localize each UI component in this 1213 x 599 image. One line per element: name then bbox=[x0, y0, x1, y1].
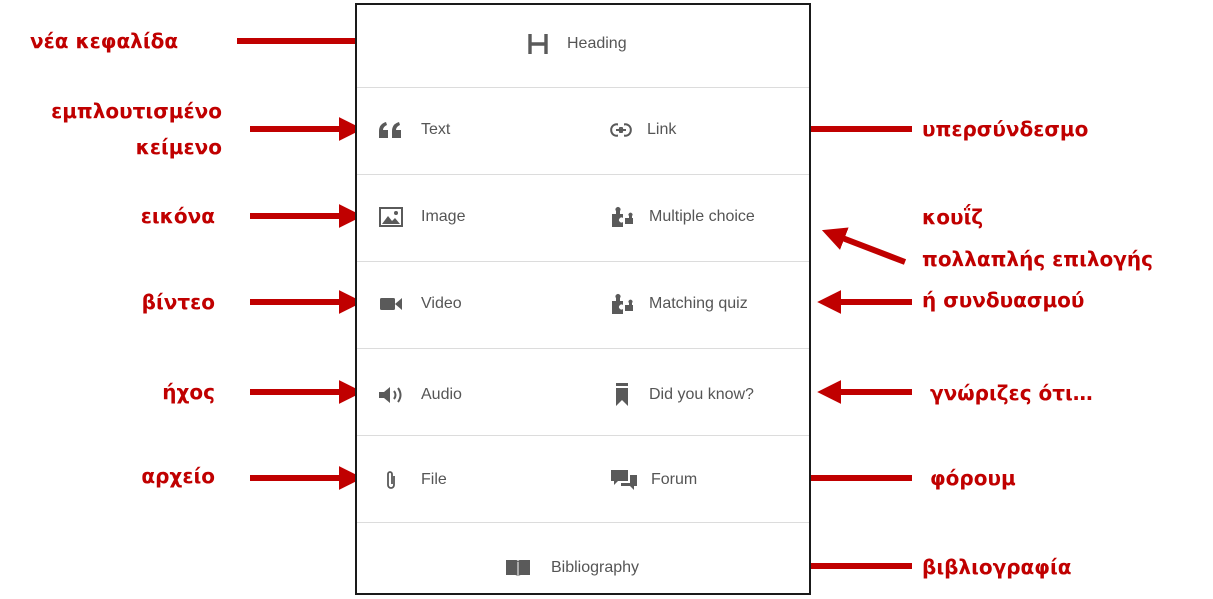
bookmark-icon bbox=[609, 383, 635, 407]
annotation-file: αρχείο bbox=[141, 464, 215, 488]
menu-item-text[interactable]: Text bbox=[377, 118, 450, 142]
menu-item-image[interactable]: Image bbox=[377, 205, 465, 229]
menu-item-heading[interactable]: Heading bbox=[525, 31, 627, 57]
puzzle-icon bbox=[609, 205, 635, 229]
arrow-multiple-choice bbox=[821, 227, 907, 265]
annotation-heading: νέα κεφαλίδα bbox=[30, 29, 179, 53]
menu-item-label: File bbox=[421, 471, 447, 488]
annotation-text-line2: κείμενο bbox=[135, 135, 222, 159]
menu-item-forum[interactable]: Forum bbox=[609, 468, 697, 492]
menu-row-video-matching: Video Matching quiz bbox=[357, 261, 809, 349]
book-icon bbox=[503, 556, 533, 580]
annotation-video: βίντεο bbox=[141, 290, 215, 314]
annotation-audio: ήχος bbox=[162, 380, 215, 404]
menu-item-audio[interactable]: Audio bbox=[377, 383, 462, 407]
menu-item-label: Matching quiz bbox=[649, 295, 748, 312]
menu-row-file-forum: File Forum bbox=[357, 435, 809, 523]
menu-item-label: Image bbox=[421, 208, 466, 225]
chat-bubbles-icon bbox=[609, 468, 639, 492]
annotation-bibliography: βιβλιογραφία bbox=[922, 555, 1072, 579]
menu-row-audio-did-you-know: Audio Did you know? bbox=[357, 348, 809, 436]
menu-row-heading: Heading bbox=[357, 5, 809, 88]
annotation-quiz-line1: κουΐζ bbox=[922, 205, 984, 229]
video-camera-icon bbox=[377, 292, 405, 316]
menu-item-matching-quiz[interactable]: Matching quiz bbox=[609, 292, 748, 316]
menu-item-label: Forum bbox=[651, 471, 698, 488]
menu-item-label: Multiple choice bbox=[649, 208, 755, 225]
image-icon bbox=[377, 205, 405, 229]
menu-item-label: Heading bbox=[567, 35, 627, 52]
quote-icon bbox=[377, 118, 405, 142]
menu-item-bibliography[interactable]: Bibliography bbox=[503, 556, 639, 580]
puzzle-icon bbox=[609, 292, 635, 316]
annotation-quiz-line2: πολλαπλής επιλογής bbox=[922, 247, 1154, 271]
heading-icon bbox=[525, 31, 551, 57]
menu-item-label: Text bbox=[421, 121, 451, 138]
annotation-image: εικόνα bbox=[140, 204, 215, 228]
link-icon bbox=[609, 118, 633, 142]
menu-item-multiple-choice[interactable]: Multiple choice bbox=[609, 205, 755, 229]
menu-item-video[interactable]: Video bbox=[377, 292, 462, 316]
paperclip-icon bbox=[377, 468, 405, 492]
annotation-quiz-line3: ή συνδυασμού bbox=[922, 288, 1085, 312]
menu-item-label: Bibliography bbox=[551, 559, 640, 576]
speaker-icon bbox=[377, 383, 409, 407]
menu-item-link[interactable]: Link bbox=[609, 118, 676, 142]
annotation-link: υπερσύνδεσμο bbox=[922, 117, 1089, 141]
menu-item-did-you-know[interactable]: Did you know? bbox=[609, 383, 754, 407]
menu-item-file[interactable]: File bbox=[377, 468, 447, 492]
menu-item-label: Audio bbox=[421, 386, 462, 403]
menu-row-image-multiple-choice: Image Multiple choice bbox=[357, 174, 809, 262]
menu-row-text-link: Text Link bbox=[357, 87, 809, 175]
annotation-did-you-know: γνώριζες ότι… bbox=[930, 381, 1093, 405]
menu-item-label: Video bbox=[421, 295, 462, 312]
annotation-text-line1: εμπλουτισμένο bbox=[51, 99, 222, 123]
menu-item-label: Link bbox=[647, 121, 677, 138]
add-content-menu: Heading Text Link Image Multiple choice … bbox=[355, 3, 811, 595]
annotation-forum: φόρουμ bbox=[930, 466, 1016, 490]
menu-row-bibliography: Bibliography bbox=[357, 522, 809, 593]
menu-item-label: Did you know? bbox=[649, 386, 754, 403]
